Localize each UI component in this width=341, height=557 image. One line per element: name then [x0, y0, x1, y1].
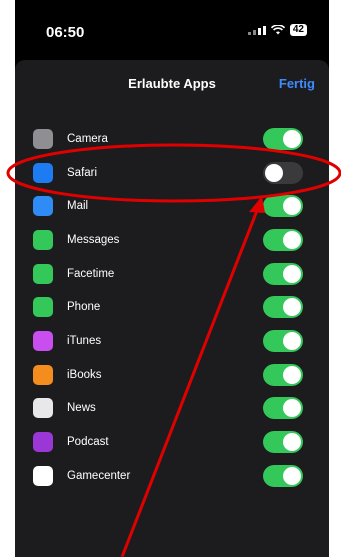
app-label: iTunes: [67, 334, 102, 347]
allowed-apps-sheet: Erlaubte Apps Fertig Camera Safari Mail Mes…: [15, 60, 329, 557]
toggle-camera[interactable]: [263, 127, 303, 150]
app-label: iBooks: [67, 368, 102, 381]
news-icon: [33, 398, 53, 419]
messages-icon: [33, 229, 53, 250]
app-row-camera: Camera: [15, 122, 329, 156]
toggle-facetime[interactable]: [263, 262, 303, 285]
facetime-icon: [33, 263, 53, 284]
app-row-podcast: Podcast: [15, 425, 329, 459]
toggle-news[interactable]: [263, 397, 303, 420]
toggle-knob: [283, 230, 301, 249]
app-label: Facetime: [67, 267, 115, 280]
toggle-knob: [283, 129, 301, 148]
app-row-gamecenter: Gamecenter: [15, 459, 329, 493]
toggle-knob: [283, 466, 301, 485]
toggle-safari[interactable]: [263, 161, 303, 184]
app-list: Camera Safari Mail Messages Facetime Phone iTu…: [15, 122, 329, 493]
toggle-mail[interactable]: [263, 195, 303, 218]
phone-screen: 06:50 42 Erlaubte Apps Fertig Camera Safa…: [15, 0, 329, 557]
app-label: Phone: [67, 301, 101, 314]
wifi-icon: [270, 25, 285, 35]
status-bar: 06:50 42: [15, 0, 329, 60]
camera-icon: [33, 128, 53, 149]
itunes-icon: [33, 330, 53, 351]
toggle-podcast[interactable]: [263, 431, 303, 454]
mail-icon: [33, 196, 53, 217]
nav-bar: Erlaubte Apps Fertig: [15, 60, 329, 108]
toggle-itunes[interactable]: [263, 329, 303, 352]
app-row-safari: Safari: [15, 156, 329, 190]
toggle-knob: [283, 365, 301, 384]
phone-icon: [33, 297, 53, 318]
app-row-itunes: iTunes: [15, 324, 329, 358]
toggle-phone[interactable]: [263, 296, 303, 319]
app-row-ibooks: iBooks: [15, 358, 329, 392]
toggle-ibooks[interactable]: [263, 363, 303, 386]
podcast-icon: [33, 432, 53, 453]
status-icons: 42: [247, 24, 307, 36]
app-row-facetime: Facetime: [15, 257, 329, 291]
app-label: News: [67, 402, 96, 415]
safari-icon: [33, 162, 53, 183]
toggle-knob: [283, 298, 301, 317]
toggle-knob: [283, 399, 301, 418]
status-time: 06:50: [46, 24, 85, 41]
app-label: Podcast: [67, 436, 109, 449]
app-row-messages: Messages: [15, 223, 329, 257]
app-row-news: News: [15, 392, 329, 426]
app-label: Mail: [67, 200, 89, 213]
signal-icon: [247, 25, 266, 35]
app-row-mail: Mail: [15, 189, 329, 223]
battery-icon: 42: [289, 24, 307, 36]
app-label: Messages: [67, 233, 120, 246]
ibooks-icon: [33, 364, 53, 385]
toggle-knob: [283, 331, 301, 350]
app-label: Gamecenter: [67, 469, 131, 482]
gamecenter-icon: [33, 465, 53, 486]
toggle-knob: [283, 264, 301, 283]
done-button[interactable]: Fertig: [279, 76, 315, 91]
app-label: Camera: [67, 132, 108, 145]
toggle-knob: [283, 433, 301, 452]
app-label: Safari: [67, 166, 98, 179]
toggle-knob: [265, 163, 283, 182]
toggle-gamecenter[interactable]: [263, 464, 303, 487]
app-row-phone: Phone: [15, 290, 329, 324]
toggle-messages[interactable]: [263, 228, 303, 251]
toggle-knob: [283, 197, 301, 216]
